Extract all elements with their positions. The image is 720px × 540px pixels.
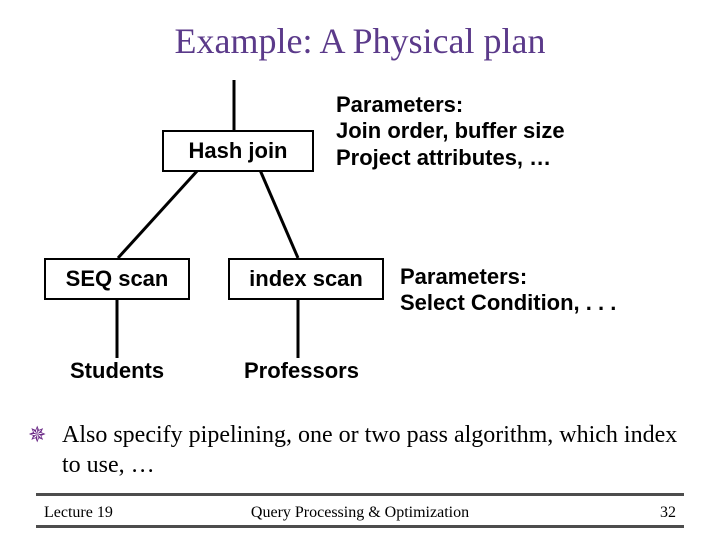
bullet-item: ✵ Also specify pipelining, one or two pa…: [32, 420, 680, 480]
params-top-line1: Parameters:: [336, 92, 565, 118]
footer-pageno: 32: [660, 504, 676, 522]
footer: Lecture 19 Query Processing & Optimizati…: [0, 504, 720, 534]
footer-center: Query Processing & Optimization: [0, 504, 720, 522]
params-top: Parameters: Join order, buffer size Proj…: [336, 92, 565, 171]
leaf-professors: Professors: [244, 358, 359, 384]
leaf-students: Students: [70, 358, 164, 384]
bullet-icon: ✵: [28, 422, 46, 448]
params-right: Parameters: Select Condition, . . .: [400, 264, 616, 317]
node-seq-scan: SEQ scan: [44, 258, 190, 300]
params-top-line2: Join order, buffer size: [336, 118, 565, 144]
params-top-line3: Project attributes, …: [336, 145, 565, 171]
slide-title: Example: A Physical plan: [0, 20, 720, 62]
node-index-scan: index scan: [228, 258, 384, 300]
bullet-text: Also specify pipelining, one or two pass…: [62, 420, 680, 480]
params-right-line1: Parameters:: [400, 264, 616, 290]
params-right-line2: Select Condition, . . .: [400, 290, 616, 316]
footer-rule-top: [36, 493, 684, 496]
slide: Example: A Physical plan Hash join SEQ s…: [0, 0, 720, 540]
node-hash-join: Hash join: [162, 130, 314, 172]
